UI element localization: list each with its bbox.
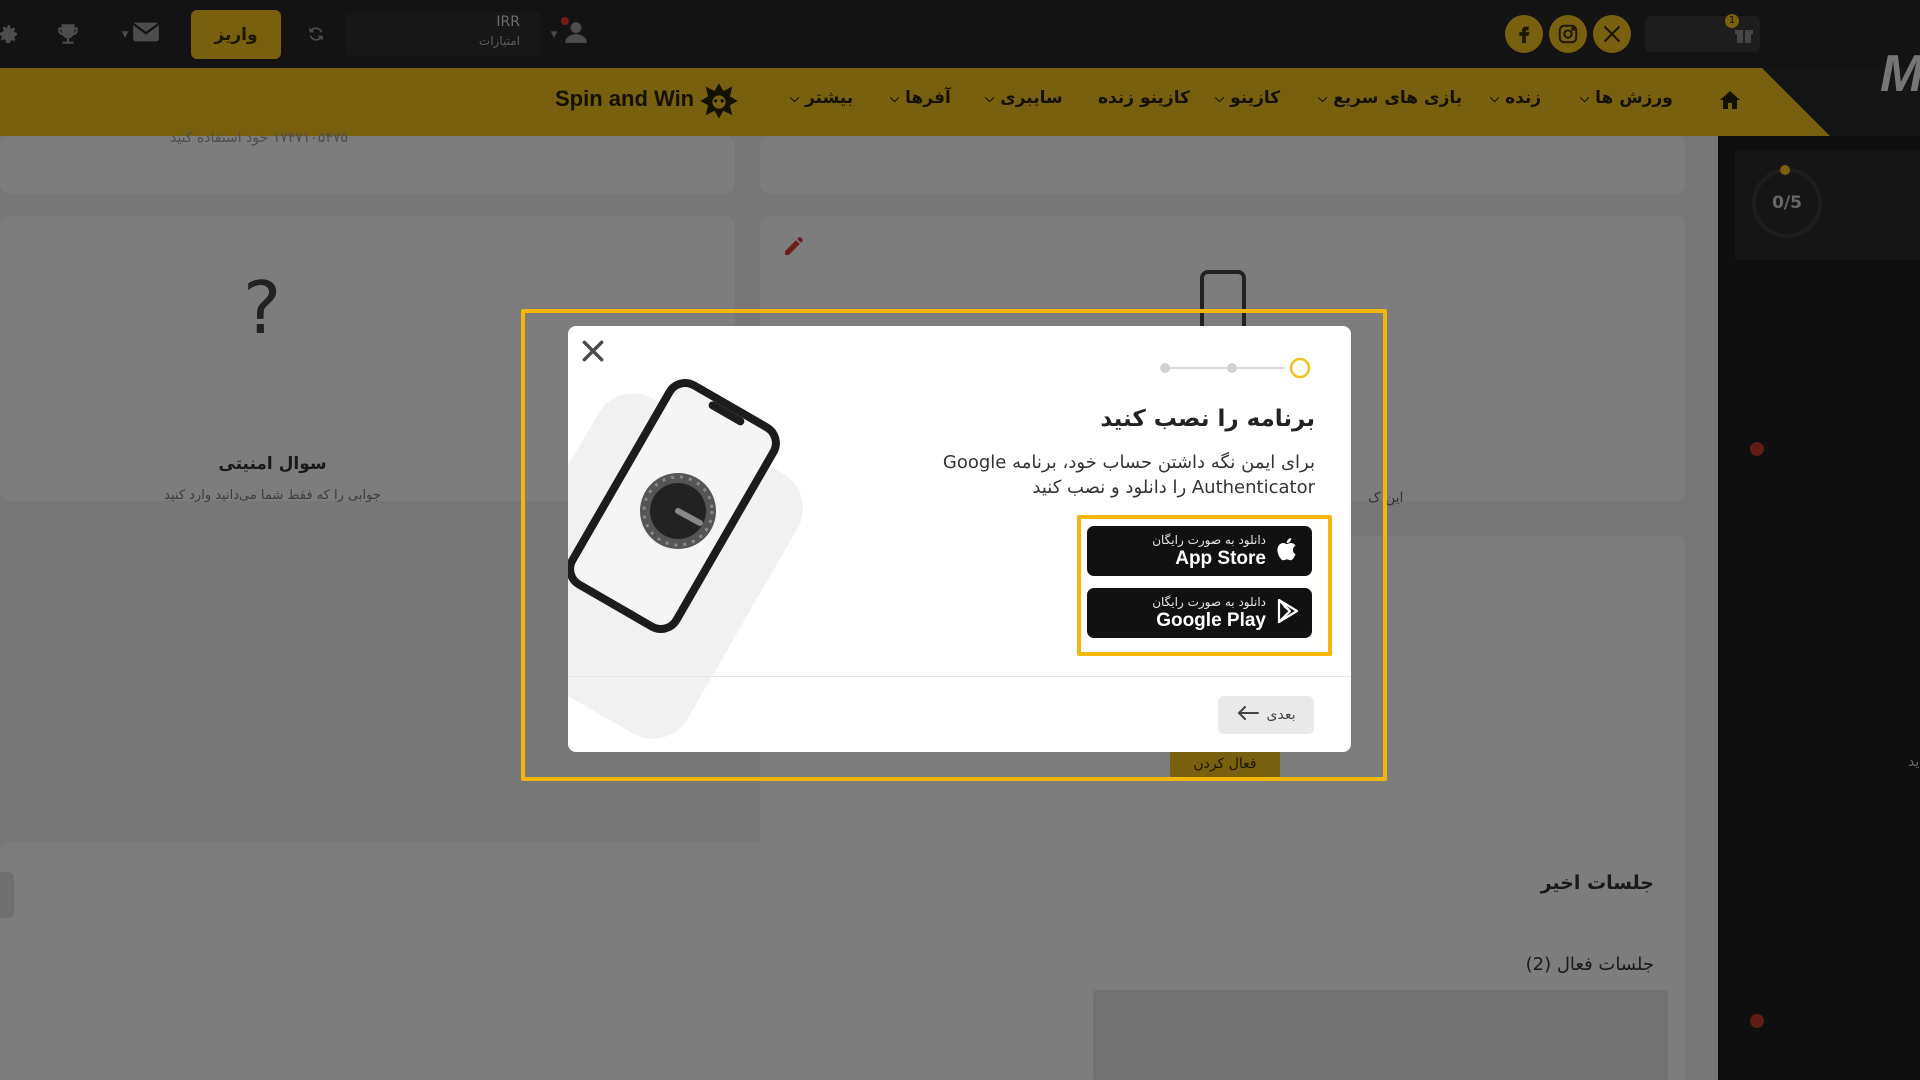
- phone-lock-icon: [568, 356, 788, 660]
- modal-title: برنامه را نصب کنید: [1100, 406, 1315, 432]
- arrow-left-icon: [1237, 706, 1259, 724]
- next-label: بعدی: [1266, 707, 1296, 723]
- step-indicator: [1155, 356, 1315, 380]
- modal-description: برای ایمن نگه داشتن حساب خود، برنامه Goo…: [895, 450, 1315, 500]
- modal-desc-line-2: Authenticator را دانلود و نصب کنید: [1032, 477, 1315, 498]
- close-icon[interactable]: [578, 336, 608, 366]
- next-button[interactable]: بعدی: [1218, 696, 1314, 734]
- modal-desc-line-1: برای ایمن نگه داشتن حساب خود، برنامه Goo…: [942, 452, 1315, 473]
- store-buttons-highlight: [1077, 515, 1332, 656]
